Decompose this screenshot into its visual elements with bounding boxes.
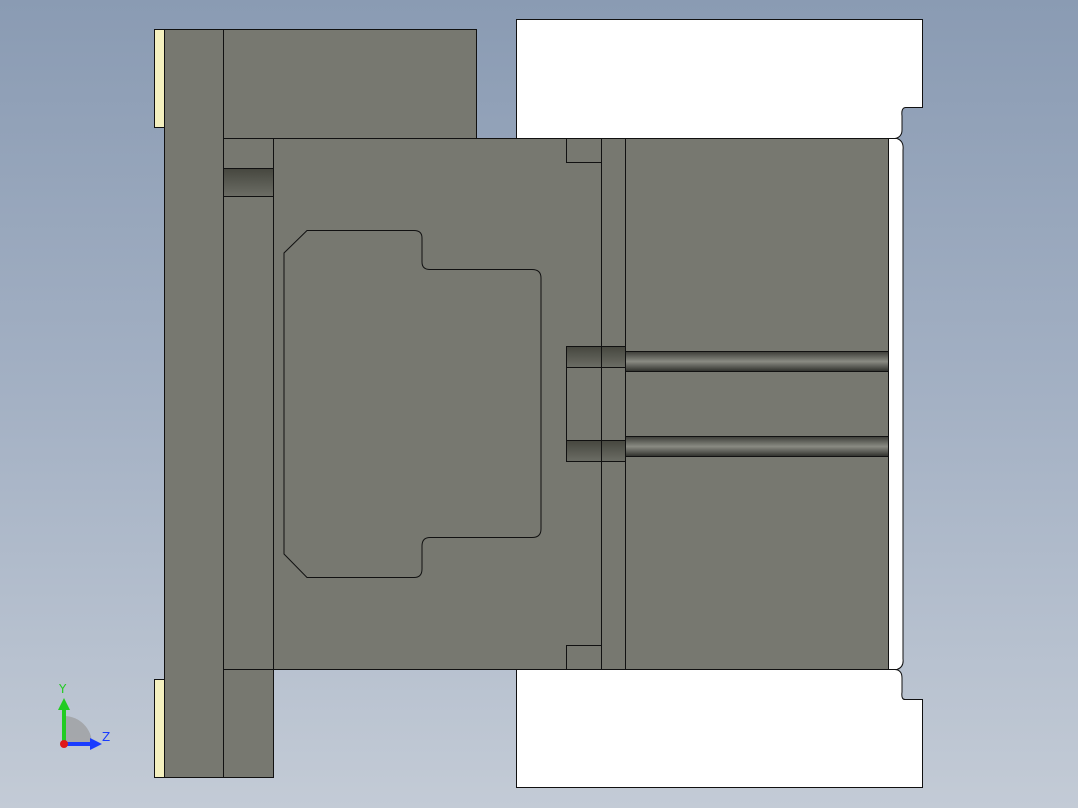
y-axis-label: Y [59, 682, 67, 696]
right-white-strip [888, 138, 904, 670]
top-left-yellow-face [154, 29, 165, 128]
axis-triad-icon: Y Z [52, 682, 122, 756]
triad-quadrant [64, 716, 92, 744]
z-axis-arrowhead [90, 738, 102, 750]
boss-bottom-shade [566, 440, 626, 462]
upper-slot [625, 351, 889, 372]
bottom-left-yellow-face [154, 679, 165, 778]
top-notch [566, 138, 602, 163]
inner-strip [223, 138, 274, 670]
boss-top-shade [566, 346, 626, 368]
y-axis-arrowhead [58, 698, 70, 710]
top-block [223, 29, 477, 139]
left-plate [164, 29, 224, 778]
top-white-flange [516, 19, 923, 139]
bottom-block [223, 669, 274, 778]
lower-slot [625, 436, 889, 457]
cad-viewport[interactable]: Y Z [0, 0, 1078, 808]
z-axis-label: Z [102, 730, 111, 744]
x-axis-dot [60, 740, 68, 748]
bottom-white-flange [516, 669, 923, 788]
part-side-view[interactable] [0, 0, 1078, 808]
strip-upper-notch [223, 168, 274, 197]
bottom-notch [566, 645, 602, 670]
